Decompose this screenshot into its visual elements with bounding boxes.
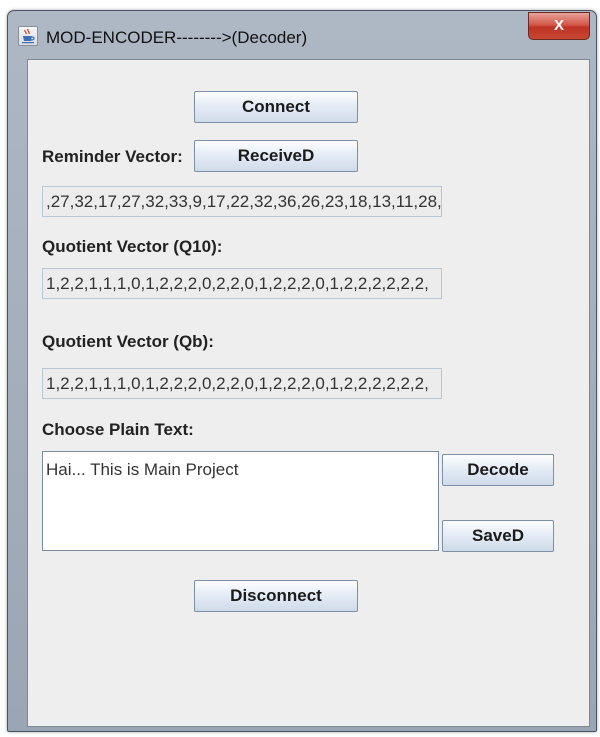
quotient-qb-label: Quotient Vector (Qb): [42,332,214,351]
window-title: MOD-ENCODER-------->(Decoder) [46,28,308,47]
decoder-panel: Connect Reminder Vector: ReceiveD ,27,32… [27,59,590,727]
decode-button[interactable]: Decode [442,454,554,486]
plain-text-label: Choose Plain Text: [42,420,194,439]
reminder-vector-field[interactable]: ,27,32,17,27,32,33,9,17,22,32,36,26,23,1… [42,186,442,217]
java-coffee-cup-icon [18,26,38,46]
title-bar[interactable]: MOD-ENCODER-------->(Decoder) X [8,11,596,59]
app-window: MOD-ENCODER-------->(Decoder) X Connect … [7,10,597,732]
close-icon: X [553,17,564,34]
connect-button[interactable]: Connect [194,91,358,123]
close-button[interactable]: X [528,12,590,40]
quotient-q10-label: Quotient Vector (Q10): [42,237,223,256]
plain-text-area[interactable]: Hai... This is Main Project [42,451,439,551]
disconnect-button[interactable]: Disconnect [194,580,358,612]
quotient-qb-field[interactable]: 1,2,2,1,1,1,0,1,2,2,2,0,2,2,0,1,2,2,2,0,… [42,368,442,399]
receive-button[interactable]: ReceiveD [194,140,358,172]
reminder-vector-label: Reminder Vector: [42,147,183,166]
quotient-q10-field[interactable]: 1,2,2,1,1,1,0,1,2,2,2,0,2,2,0,1,2,2,2,0,… [42,268,442,299]
save-button[interactable]: SaveD [442,520,554,552]
